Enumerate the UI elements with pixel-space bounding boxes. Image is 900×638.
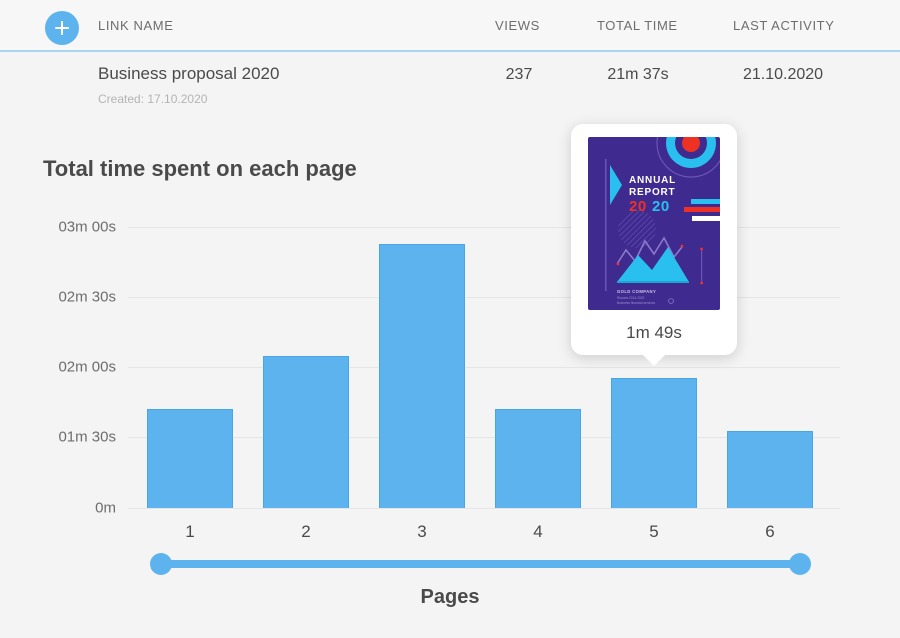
bar-page-3[interactable] (379, 244, 465, 508)
bar-page-5[interactable] (611, 378, 697, 508)
range-end-handle[interactable] (789, 553, 811, 575)
svg-text:20: 20 (652, 198, 670, 215)
bar-page-4[interactable] (495, 409, 581, 508)
y-axis-tick: 01m 30s (58, 428, 116, 446)
y-axis-tick: 0m (95, 499, 116, 517)
bar-chart: 03m 00s 02m 30s 02m 00s 01m 30s 0m 1 2 3… (0, 0, 900, 638)
y-axis-tick: 03m 00s (58, 218, 116, 236)
x-axis-tick-1: 1 (185, 522, 195, 541)
analytics-page: LINK NAME VIEWS TOTAL TIME LAST ACTIVITY… (0, 0, 900, 638)
x-axis-label: Pages (420, 586, 480, 608)
x-axis-tick-3: 3 (417, 522, 427, 541)
page-tooltip: ANNUAL REPORT 20 20 GOLD COMPANY Reports… (571, 124, 737, 355)
bar-page-6[interactable] (727, 431, 813, 508)
gridline (128, 367, 840, 368)
svg-text:Reports 2014-2020: Reports 2014-2020 (617, 296, 645, 300)
page-range-slider-track[interactable] (161, 560, 800, 568)
svg-text:ANNUAL: ANNUAL (629, 175, 676, 186)
axis-baseline (128, 508, 840, 509)
svg-text:REPORT: REPORT (629, 187, 675, 198)
x-axis-tick-2: 2 (301, 522, 311, 541)
y-axis-tick: 02m 30s (58, 288, 116, 306)
page-thumbnail[interactable]: ANNUAL REPORT 20 20 GOLD COMPANY Reports… (588, 137, 720, 310)
x-axis-tick-5: 5 (649, 522, 659, 541)
bar-page-2[interactable] (263, 356, 349, 508)
tooltip-time-value: 1m 49s (626, 323, 682, 342)
svg-text:GOLD COMPANY: GOLD COMPANY (617, 289, 656, 294)
range-start-handle[interactable] (150, 553, 172, 575)
y-axis-tick: 02m 00s (58, 358, 116, 376)
x-axis-tick-4: 4 (533, 522, 543, 541)
bar-page-1[interactable] (147, 409, 233, 508)
svg-text:Business financial services: Business financial services (617, 301, 655, 305)
x-axis-tick-6: 6 (765, 522, 775, 541)
